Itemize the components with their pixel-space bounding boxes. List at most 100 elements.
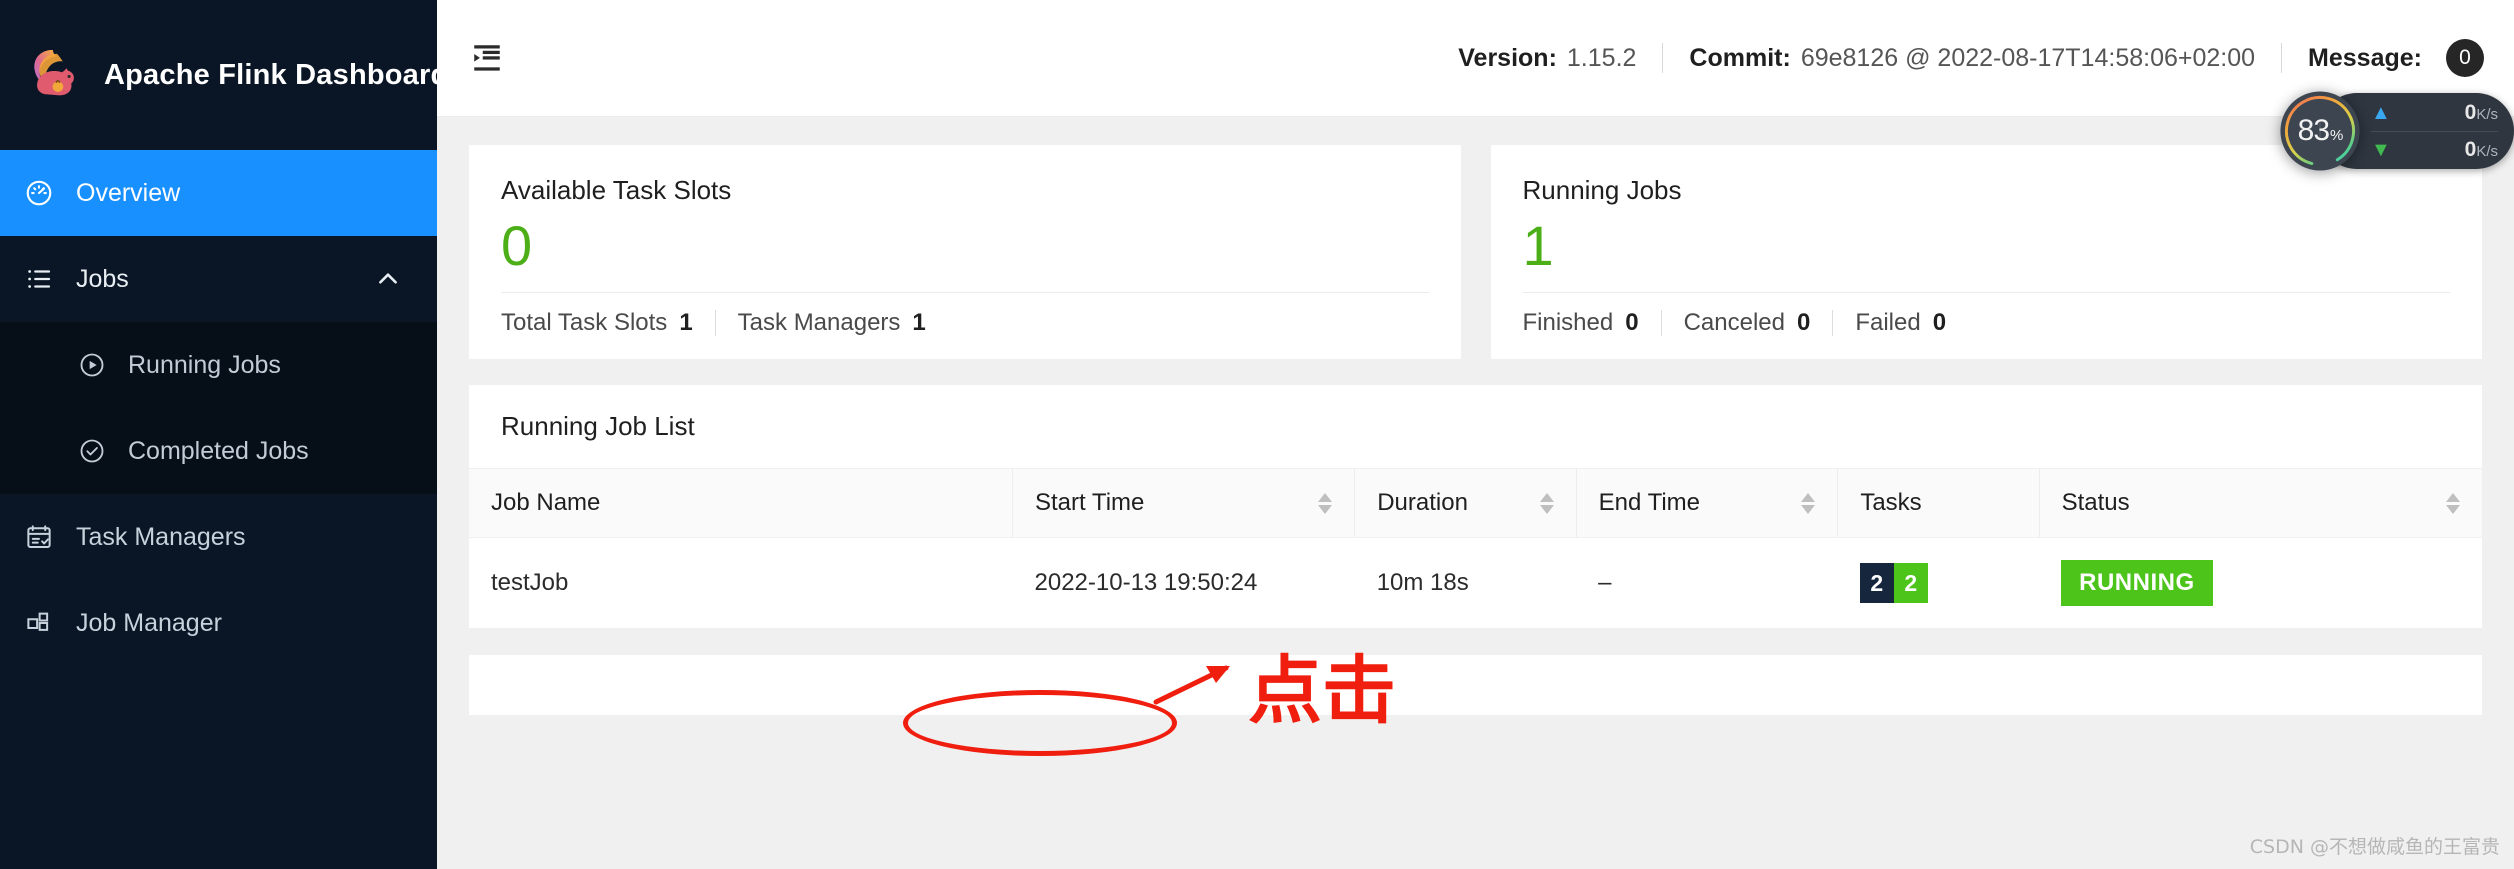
table-header-row: Job Name Start Time Duration End Time Ta… bbox=[469, 469, 2482, 539]
cpu-percent: 83% bbox=[2277, 88, 2363, 174]
divider bbox=[1660, 310, 1662, 337]
card-value: 0 bbox=[501, 214, 533, 277]
sort-icon[interactable] bbox=[1801, 492, 1816, 514]
task-badge-running: 2 bbox=[1893, 563, 1928, 604]
message-count-badge[interactable]: 0 bbox=[2446, 39, 2484, 77]
col-label: End Time bbox=[1598, 489, 1701, 517]
card-title: Running Jobs bbox=[1522, 175, 1682, 205]
job-manager-icon bbox=[27, 612, 49, 631]
running-job-list-panel: Running Job List Job Name Start Time Dur… bbox=[469, 385, 2482, 630]
footer-stat: Task Managers 1 bbox=[738, 309, 926, 337]
table-head: Job Name Start Time Duration End Time Ta… bbox=[469, 469, 2482, 539]
col-job-name[interactable]: Job Name bbox=[469, 469, 1013, 539]
col-label: Tasks bbox=[1860, 489, 1922, 517]
sidebar-item-task-managers[interactable]: Task Managers bbox=[0, 494, 437, 580]
sidebar-item-overview[interactable]: Overview bbox=[0, 150, 437, 236]
sidebar: Apache Flink Dashboard Overview Jobs Run… bbox=[0, 0, 448, 869]
sidebar-item-completed-jobs[interactable]: Completed Jobs bbox=[0, 408, 437, 494]
version-info: Version: 1.15.2 bbox=[1458, 44, 1636, 73]
divider bbox=[2281, 43, 2283, 73]
brand[interactable]: Apache Flink Dashboard bbox=[0, 0, 448, 150]
commit-value: 69e8126 @ 2022-08-17T14:58:06+02:00 bbox=[1800, 43, 2256, 72]
footer-stat-value: 0 bbox=[1932, 309, 1947, 337]
footer-stat-label: Total Task Slots bbox=[501, 309, 668, 337]
divider bbox=[714, 310, 716, 337]
sidebar-item-label: Job Manager bbox=[76, 608, 222, 637]
table-body: testJob 2022-10-13 19:50:24 10m 18s – 2 … bbox=[469, 537, 2482, 630]
sort-icon[interactable] bbox=[1539, 492, 1554, 514]
task-badge-total: 2 bbox=[1859, 563, 1894, 604]
message-label: Message: bbox=[2308, 43, 2422, 72]
commit-label: Commit: bbox=[1689, 43, 1791, 72]
footer-stat-value: 1 bbox=[912, 309, 926, 337]
sidebar-submenu-jobs: Running Jobs Completed Jobs bbox=[0, 322, 437, 494]
sidebar-item-job-manager[interactable]: Job Manager bbox=[0, 580, 437, 666]
check-circle-icon bbox=[80, 439, 104, 463]
card-running-jobs: Running Jobs 1 Finished 0 Canceled 0 Fai… bbox=[1490, 145, 2482, 360]
main-area: Version: 1.15.2 Commit: 69e8126 @ 2022-0… bbox=[437, 0, 2514, 869]
footer-stat-label: Task Managers bbox=[737, 309, 901, 337]
cell-status: RUNNING bbox=[2039, 537, 2482, 630]
divider bbox=[1662, 43, 1664, 73]
arrow-up-icon: ▲ bbox=[2371, 101, 2391, 124]
arrow-down-icon: ▼ bbox=[2371, 139, 2391, 161]
menu-fold-icon bbox=[474, 45, 500, 71]
col-end-time[interactable]: End Time bbox=[1575, 469, 1838, 539]
divider bbox=[1832, 310, 1834, 337]
app-root: Apache Flink Dashboard Overview Jobs Run… bbox=[0, 0, 2514, 869]
footer-stat: Total Task Slots 1 bbox=[501, 309, 693, 337]
col-label: Job Name bbox=[491, 489, 601, 517]
flink-squirrel-logo bbox=[34, 49, 74, 96]
col-status[interactable]: Status bbox=[2038, 469, 2482, 539]
sidebar-subitem-label: Running Jobs bbox=[128, 350, 281, 379]
sidebar-item-label: Jobs bbox=[76, 264, 129, 293]
topbar: Version: 1.15.2 Commit: 69e8126 @ 2022-0… bbox=[437, 0, 2514, 117]
next-panel-partial bbox=[469, 655, 2482, 716]
col-tasks[interactable]: Tasks bbox=[1837, 469, 2040, 539]
col-duration[interactable]: Duration bbox=[1354, 469, 1577, 539]
cell-job-name[interactable]: testJob bbox=[469, 537, 1013, 630]
sidebar-item-running-jobs[interactable]: Running Jobs bbox=[0, 322, 437, 408]
sort-icon[interactable] bbox=[2446, 492, 2460, 514]
job-list-table: Job Name Start Time Duration End Time Ta… bbox=[469, 469, 2482, 630]
brand-title: Apache Flink Dashboard bbox=[104, 58, 449, 91]
footer-stat: Finished 0 bbox=[1523, 309, 1639, 337]
chevron-up-icon[interactable] bbox=[375, 266, 401, 292]
cpu-gauge: 83% bbox=[2277, 88, 2363, 174]
footer-stat: Failed 0 bbox=[1855, 309, 1946, 337]
list-icon bbox=[28, 270, 51, 288]
play-circle-icon bbox=[80, 353, 104, 377]
footer-stat: Canceled 0 bbox=[1684, 309, 1811, 337]
cell-start-time: 2022-10-13 19:50:24 bbox=[1012, 537, 1355, 630]
sidebar-nav: Overview Jobs Running Jobs Completed Job… bbox=[0, 150, 437, 666]
upload-row: ▲ 0K/s bbox=[2371, 94, 2498, 131]
col-start-time[interactable]: Start Time bbox=[1011, 469, 1355, 539]
cell-end-time: – bbox=[1576, 537, 1838, 630]
footer-stat-value: 1 bbox=[679, 309, 693, 337]
footer-stat-label: Canceled bbox=[1683, 309, 1785, 337]
footer-stat-label: Failed bbox=[1855, 309, 1921, 337]
card-footer: Total Task Slots 1 Task Managers 1 bbox=[501, 293, 1429, 337]
version-value: 1.15.2 bbox=[1566, 43, 1637, 72]
upload-value: 0K/s bbox=[2464, 100, 2498, 124]
cpu-percent-value: 83 bbox=[2297, 114, 2330, 147]
message-info[interactable]: Message: 0 bbox=[2308, 39, 2484, 77]
sidebar-subitem-label: Completed Jobs bbox=[128, 436, 309, 465]
sidebar-item-jobs[interactable]: Jobs bbox=[0, 236, 437, 322]
download-value: 0K/s bbox=[2464, 138, 2498, 161]
table-row[interactable]: testJob 2022-10-13 19:50:24 10m 18s – 2 … bbox=[469, 537, 2482, 630]
card-value: 1 bbox=[1522, 214, 1554, 277]
version-label: Version: bbox=[1458, 43, 1557, 72]
cell-tasks: 2 2 bbox=[1837, 537, 2040, 630]
card-footer: Finished 0 Canceled 0 Failed 0 bbox=[1523, 293, 2451, 337]
col-label: Start Time bbox=[1035, 489, 1145, 517]
watermark: CSDN @不想做咸鱼的王富贵 bbox=[2249, 836, 2500, 858]
col-label: Status bbox=[2061, 489, 2130, 517]
download-row: ▼ 0K/s bbox=[2371, 131, 2498, 168]
system-monitor-widget[interactable]: 83% ▲ 0K/s ▼ 0K/s bbox=[2277, 88, 2514, 174]
sidebar-item-label: Overview bbox=[76, 178, 181, 207]
menu-fold-button[interactable] bbox=[465, 36, 509, 80]
percent-symbol: % bbox=[2330, 126, 2343, 144]
stat-cards-row: Available Task Slots 0 Total Task Slots … bbox=[469, 145, 2482, 360]
sort-icon[interactable] bbox=[1318, 492, 1333, 514]
